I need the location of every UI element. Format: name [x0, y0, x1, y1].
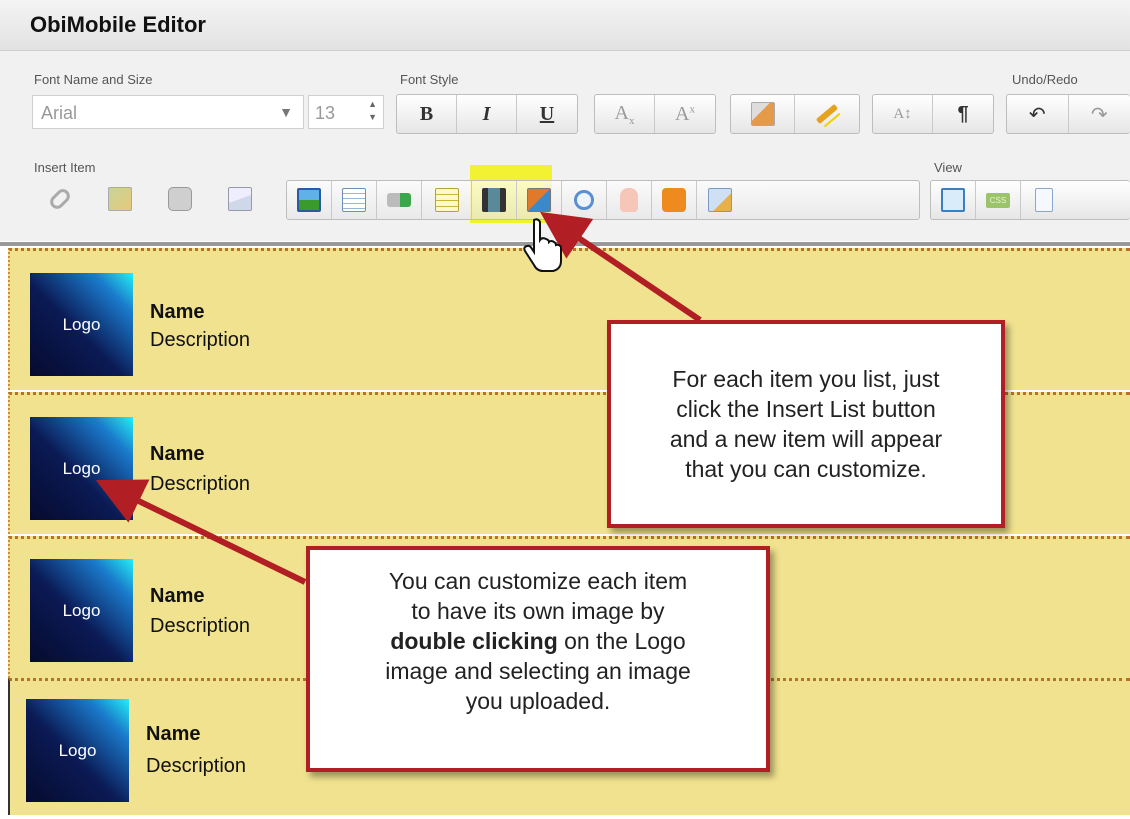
list-icon [435, 188, 459, 212]
edit-form-icon [708, 188, 732, 212]
item-name[interactable]: Name [150, 585, 204, 608]
font-size-change-button[interactable]: A↕ [873, 95, 933, 133]
callout-text: on the Logo [558, 628, 686, 654]
callout-line: and a new item will appear [611, 424, 1001, 454]
undo-button[interactable]: ↶ [1007, 95, 1069, 133]
superscript-button[interactable]: Ax [655, 95, 715, 133]
logo-image[interactable]: Logo [30, 273, 133, 376]
callout-line: to have its own image by [310, 596, 766, 626]
logo-image[interactable]: Logo [30, 417, 133, 520]
font-style-label: Font Style [400, 72, 459, 87]
callout-bold-text: double clicking [390, 628, 557, 654]
underline-button[interactable]: U [517, 95, 577, 133]
undo-icon: ↶ [1029, 102, 1046, 127]
film-icon [482, 188, 506, 212]
script-group: Ax Ax [594, 94, 716, 134]
view-label: View [934, 160, 962, 175]
callout-customize-logo: You can customize each item to have its … [306, 546, 770, 772]
insert-link-group [30, 180, 274, 220]
insert-link-button[interactable] [30, 180, 90, 218]
subscript-button[interactable]: Ax [595, 95, 655, 133]
item-description[interactable]: Description [150, 473, 250, 496]
insert-button-button[interactable] [377, 181, 422, 219]
item-name[interactable]: Name [150, 301, 204, 324]
insert-image-link-button[interactable] [90, 180, 150, 218]
app-title: ObiMobile Editor [30, 12, 206, 38]
spinner-arrows-icon[interactable]: ▲▼ [368, 98, 377, 124]
callout-line: that you can customize. [611, 454, 1001, 484]
callout-line: image and selecting an image [310, 656, 766, 686]
chevron-down-icon[interactable]: ▼ [279, 104, 293, 120]
item-name[interactable]: Name [146, 723, 200, 746]
italic-button[interactable]: I [457, 95, 517, 133]
callout-line: You can customize each item [310, 566, 766, 596]
button-arrow-icon [387, 193, 411, 207]
insert-phone-link-button[interactable] [150, 180, 210, 218]
preview-icon [941, 188, 965, 212]
redo-icon: ↷ [1091, 102, 1108, 127]
paragraph-group: A↕ ¶ [872, 94, 994, 134]
callout-insert-list: For each item you list, just click the I… [607, 320, 1005, 528]
insert-rss-button[interactable] [652, 181, 697, 219]
insert-gallery-button[interactable] [517, 181, 562, 219]
insert-email-link-button[interactable] [210, 180, 270, 218]
item-name[interactable]: Name [150, 443, 204, 466]
undo-redo-group: ↶ ↷ [1006, 94, 1130, 134]
insert-form-button[interactable] [697, 181, 742, 219]
phone-icon [168, 187, 192, 211]
link-icon [47, 186, 72, 211]
item-description[interactable]: Description [150, 615, 250, 638]
view-source-button[interactable] [1021, 181, 1066, 219]
callout-line: For each item you list, just [611, 364, 1001, 394]
item-description[interactable]: Description [150, 329, 250, 352]
callout-line: you uploaded. [310, 686, 766, 716]
bold-button[interactable]: B [397, 95, 457, 133]
title-bar: ObiMobile Editor [0, 0, 1130, 51]
view-css-button[interactable]: CSS [976, 181, 1021, 219]
insert-table-button[interactable] [332, 181, 377, 219]
rss-icon [662, 188, 686, 212]
insert-clock-button[interactable] [562, 181, 607, 219]
text-format-group: B I U [396, 94, 578, 134]
font-name-select[interactable]: Arial ▼ [32, 95, 304, 129]
callout-line: click the Insert List button [611, 394, 1001, 424]
color-group [730, 94, 860, 134]
highlighter-icon [816, 104, 838, 124]
hand-pointer-icon [620, 188, 638, 212]
insert-image-button[interactable] [287, 181, 332, 219]
item-description[interactable]: Description [146, 755, 246, 778]
gallery-icon [527, 188, 551, 212]
font-name-size-label: Font Name and Size [34, 72, 153, 87]
document-search-icon [1035, 188, 1053, 212]
view-preview-button[interactable] [931, 181, 976, 219]
insert-video-button[interactable] [472, 181, 517, 219]
undo-redo-label: Undo/Redo [1012, 72, 1078, 87]
font-size-change-icon: A↕ [893, 106, 911, 123]
insert-item-label: Insert Item [34, 160, 95, 175]
image-link-icon [108, 187, 132, 211]
insert-click-button[interactable] [607, 181, 652, 219]
font-name-value: Arial [41, 103, 77, 124]
superscript-icon: Ax [675, 103, 695, 126]
subscript-icon: Ax [615, 102, 635, 127]
hand-cursor-icon [522, 218, 566, 272]
callout-line: double clicking on the Logo [310, 626, 766, 656]
view-group: CSS [930, 180, 1130, 220]
insert-item-group [286, 180, 920, 220]
email-icon [228, 187, 252, 211]
text-color-button[interactable] [731, 95, 795, 133]
css-icon: CSS [986, 193, 1010, 208]
clock-icon [574, 190, 594, 210]
redo-button[interactable]: ↷ [1069, 95, 1130, 133]
logo-image[interactable]: Logo [30, 559, 133, 662]
paragraph-button[interactable]: ¶ [933, 95, 993, 133]
highlight-button[interactable] [795, 95, 859, 133]
text-color-icon [751, 102, 775, 126]
picture-icon [297, 188, 321, 212]
logo-image[interactable]: Logo [26, 699, 129, 802]
insert-list-button[interactable] [422, 181, 472, 219]
font-size-value: 13 [315, 103, 335, 124]
table-icon [342, 188, 366, 212]
font-size-stepper[interactable]: 13 ▲▼ [308, 95, 384, 129]
